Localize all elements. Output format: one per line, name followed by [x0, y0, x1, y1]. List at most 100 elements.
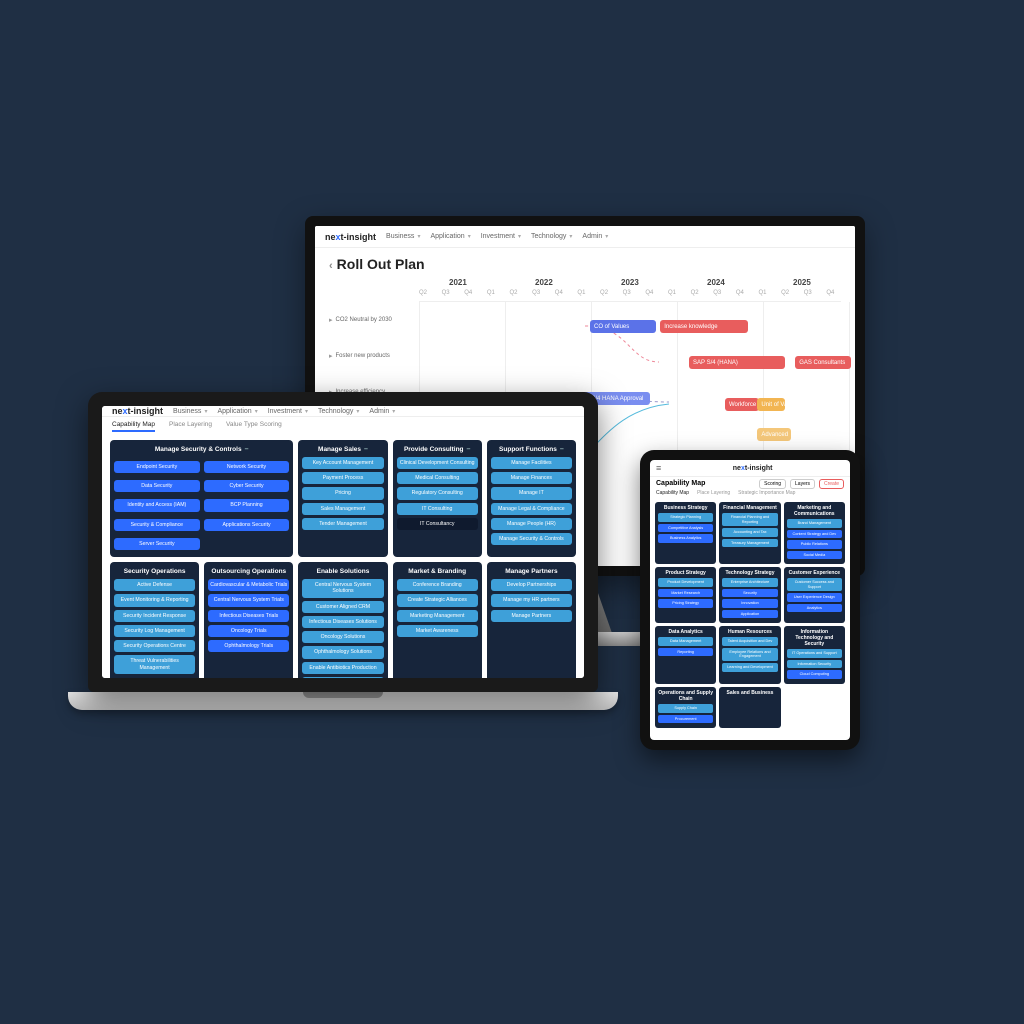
back-icon[interactable]: ‹ [329, 260, 333, 272]
capability-item[interactable]: Competitive Analysis [658, 524, 713, 533]
capability-item[interactable]: Pricing Strategy [658, 599, 713, 608]
capability-item[interactable]: Threat Vulnerabilities Management [114, 655, 195, 673]
capability-item[interactable]: Server Security [114, 538, 200, 550]
scoring-button[interactable]: Scoring [759, 479, 786, 489]
capability-item[interactable]: Applications Security [204, 519, 290, 531]
capability-item[interactable]: Public Relations [787, 540, 842, 549]
capability-item[interactable]: Information Security [787, 660, 842, 669]
capability-item[interactable]: Regulatory Consulting [397, 487, 478, 499]
capability-title[interactable]: Business Strategy [658, 505, 713, 513]
capability-item[interactable]: Manage my HR partners [491, 594, 572, 606]
capability-item[interactable]: Ophthalmology Trials [208, 640, 289, 652]
capability-item[interactable]: Innovation [722, 599, 777, 608]
capability-item[interactable]: Cloud Computing [787, 670, 842, 679]
capability-title[interactable]: Information Technology and Security [787, 629, 842, 649]
nav-investment[interactable]: Investment▾ [268, 408, 308, 415]
goal-label[interactable]: Foster new products [329, 352, 414, 360]
capability-item[interactable]: Supply Chain [658, 704, 713, 713]
roadmap-bar[interactable]: Increase knowledge [660, 320, 748, 333]
capability-item[interactable]: Deliver Global Health Medicine [302, 677, 383, 678]
roadmap-bar[interactable]: CO of Values [590, 320, 656, 333]
capability-title[interactable]: Outsourcing Operations [208, 566, 289, 579]
capability-item[interactable]: Financial Planning and Reporting [722, 513, 777, 526]
capability-item[interactable]: Cyber Security [204, 480, 290, 492]
tab-place-layering[interactable]: Place Layering [169, 421, 212, 432]
capability-item[interactable]: Payment Process [302, 472, 383, 484]
capability-item[interactable]: Learning and Development [722, 663, 777, 672]
tab-capability-map[interactable]: Capability Map [112, 421, 155, 432]
capability-item[interactable]: Key Account Management [302, 457, 383, 469]
capability-item[interactable]: IT Consultancy [397, 518, 478, 530]
capability-item[interactable]: Accounting and Tax [722, 528, 777, 537]
nav-application[interactable]: Application▾ [430, 233, 470, 240]
capability-item[interactable]: Application [722, 610, 777, 619]
capability-item[interactable]: Enable Antibiotics Production [302, 662, 383, 674]
capability-item[interactable]: IT Consulting [397, 503, 478, 515]
capability-title[interactable]: Market & Branding [397, 566, 478, 579]
nav-admin[interactable]: Admin▾ [582, 233, 608, 240]
nav-business[interactable]: Business▾ [173, 408, 207, 415]
capability-item[interactable]: Endpoint Security [114, 461, 200, 473]
capability-item[interactable]: Data Management [658, 637, 713, 646]
capability-item[interactable]: Employee Relations and Engagement [722, 648, 777, 661]
capability-item[interactable]: Manage Partners [491, 610, 572, 622]
capability-title[interactable]: Technology Strategy [722, 570, 777, 578]
capability-item[interactable]: Treasury Management [722, 539, 777, 548]
capability-item[interactable]: Content Strategy and Dev [787, 530, 842, 539]
tab-value-type-scoring[interactable]: Value Type Scoring [226, 421, 282, 432]
create-button[interactable]: Create [819, 479, 844, 489]
capability-item[interactable]: Security & Compliance [114, 519, 200, 531]
capability-item[interactable]: Business Analytics [658, 534, 713, 543]
tab-capability-map[interactable]: Capability Map [656, 490, 689, 496]
capability-item[interactable]: Reporting [658, 648, 713, 657]
capability-item[interactable]: Oncology Trials [208, 625, 289, 637]
nav-technology[interactable]: Technology▾ [531, 233, 572, 240]
capability-title[interactable]: Sales and Business [722, 690, 777, 698]
roadmap-bar[interactable]: SAP S/4 (HANA) [689, 356, 785, 369]
tab-place-layering[interactable]: Place Layering [697, 490, 730, 496]
capability-item[interactable]: Enterprise Architecture [722, 578, 777, 587]
layers-button[interactable]: Layers [790, 479, 815, 489]
goal-label[interactable]: CO2 Neutral by 2030 [329, 316, 414, 324]
capability-item[interactable]: Sales Management [302, 503, 383, 515]
capability-item[interactable]: Pricing [302, 487, 383, 499]
nav-technology[interactable]: Technology▾ [318, 408, 359, 415]
capability-item[interactable]: IT Operations and Support [787, 649, 842, 658]
capability-item[interactable]: Social Media [787, 551, 842, 560]
capability-item[interactable]: Cardiovascular & Metabolic Trials [208, 579, 289, 591]
capability-item[interactable]: Ophthalmology Solutions [302, 646, 383, 658]
capability-title[interactable]: Manage Security & Controls– [114, 444, 289, 457]
capability-item[interactable]: Conference Branding [397, 579, 478, 591]
capability-item[interactable]: Network Security [204, 461, 290, 473]
capability-item[interactable]: Strategic Planning [658, 513, 713, 522]
capability-title[interactable]: Security Operations [114, 566, 195, 579]
capability-item[interactable]: Manage People (HR) [491, 518, 572, 530]
nav-business[interactable]: Business▾ [386, 233, 420, 240]
capability-title[interactable]: Financial Management [722, 505, 777, 513]
capability-title[interactable]: Customer Experience [787, 570, 842, 578]
capability-item[interactable]: Data Security [114, 480, 200, 492]
capability-item[interactable]: Security [722, 589, 777, 598]
capability-title[interactable]: Manage Sales– [302, 444, 383, 457]
nav-investment[interactable]: Investment▾ [481, 233, 521, 240]
capability-item[interactable]: Tender Management [302, 518, 383, 530]
capability-title[interactable]: Marketing and Communications [787, 505, 842, 519]
capability-item[interactable]: Clinical Development Consulting [397, 457, 478, 469]
tab-strategic-importance[interactable]: Strategic Importance Map [738, 490, 795, 496]
capability-title[interactable]: Operations and Supply Chain [658, 690, 713, 704]
capability-title[interactable]: Data Analytics [658, 629, 713, 637]
capability-item[interactable]: Oncology Solutions [302, 631, 383, 643]
capability-item[interactable]: Analytics [787, 604, 842, 613]
nav-admin[interactable]: Admin▾ [369, 408, 395, 415]
capability-title[interactable]: Enable Solutions [302, 566, 383, 579]
capability-item[interactable]: Security Incident Response [114, 610, 195, 622]
capability-item[interactable]: Manage IT [491, 487, 572, 499]
capability-item[interactable]: Manage Legal & Compliance [491, 503, 572, 515]
nav-application[interactable]: Application▾ [217, 408, 257, 415]
capability-title[interactable]: Product Strategy [658, 570, 713, 578]
capability-item[interactable]: Market Awareness [397, 625, 478, 637]
capability-item[interactable]: Manage Security & Controls [491, 533, 572, 545]
menu-icon[interactable]: ≡ [656, 463, 661, 473]
roadmap-bar[interactable]: Workforce 4.0 [725, 398, 759, 411]
roadmap-bar[interactable]: Advanced [757, 428, 791, 441]
